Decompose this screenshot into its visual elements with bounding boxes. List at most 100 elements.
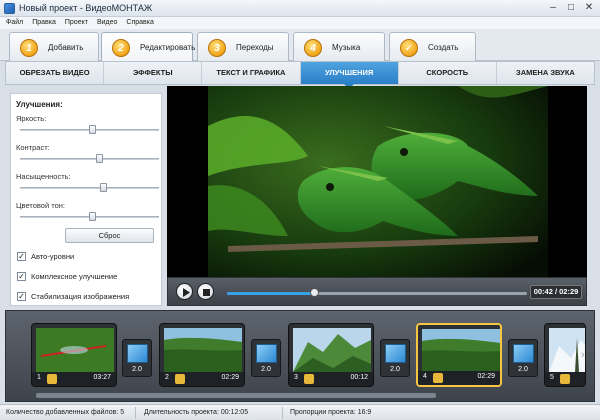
video-frame-image — [208, 86, 548, 277]
pencil-icon[interactable] — [560, 374, 570, 384]
step-number-icon: 3 — [208, 39, 226, 57]
brightness-slider-thumb[interactable] — [88, 125, 96, 134]
chevron-right-icon[interactable]: › — [581, 349, 591, 363]
saturation-slider-thumb[interactable] — [99, 183, 107, 192]
menu-bar: Файл Правка Проект Видео Справка — [0, 17, 600, 29]
project-duration: Длительность проекта: 00:12:05 — [144, 409, 249, 416]
step-label: Добавить — [48, 43, 84, 52]
pencil-icon[interactable] — [47, 374, 57, 384]
menu-help[interactable]: Справка — [126, 17, 153, 29]
status-bar: Количество добавленных файлов: 5 Длитель… — [0, 404, 600, 420]
complex-enhance-option[interactable]: ✓ Комплексное улучшение — [17, 272, 117, 281]
hue-slider-thumb[interactable] — [88, 212, 96, 221]
timeline-scrollbar[interactable] — [36, 393, 436, 398]
edit-subtabs: ОБРЕЗАТЬ ВИДЕО ЭФФЕКТЫ ТЕКСТ И ГРАФИКА У… — [5, 61, 595, 89]
transition-icon — [256, 344, 277, 363]
transition-duration: 2.0 — [132, 366, 142, 373]
step-tab-music[interactable]: 4 Музыка — [293, 32, 385, 61]
step-number-icon: 2 — [112, 39, 130, 57]
step-tab-create[interactable]: ✓ Создать — [389, 32, 476, 61]
timecode: 00:42 / 02:29 — [530, 285, 582, 299]
clip-thumbnail — [164, 328, 242, 372]
app-icon — [4, 3, 15, 14]
auto-levels-option[interactable]: ✓ Авто-уровни — [17, 252, 74, 261]
seek-bar-knob[interactable] — [309, 288, 319, 297]
contrast-slider-thumb[interactable] — [95, 154, 103, 163]
brightness-label: Яркость: — [16, 114, 47, 123]
title-bar: Новый проект - ВидеоМОНТАЖ – □ ✕ — [0, 0, 600, 17]
clip-number: 3 — [294, 374, 298, 381]
panel-title: Улучшения: — [16, 100, 63, 109]
step-number-icon: 4 — [304, 39, 322, 57]
window-controls: – □ ✕ — [546, 1, 596, 15]
clip-duration: 02:29 — [477, 373, 495, 380]
menu-video[interactable]: Видео — [97, 17, 117, 29]
clip-thumbnail — [293, 328, 371, 372]
timeline-clip-3[interactable]: 3 00:12 — [288, 323, 374, 387]
auto-levels-checkbox[interactable]: ✓ — [17, 252, 26, 261]
timeline-clip-5[interactable]: 5 — [544, 323, 586, 387]
clip-duration: 03:27 — [93, 374, 111, 381]
enhancements-panel: Улучшения: Яркость: Контраст: Насыщеннос… — [10, 93, 162, 306]
reset-button[interactable]: Сброс — [65, 228, 154, 243]
stop-icon[interactable] — [197, 283, 214, 300]
complex-enhance-checkbox[interactable]: ✓ — [17, 272, 26, 281]
clip-duration: 02:29 — [221, 374, 239, 381]
step-tab-add[interactable]: 1 Добавить — [9, 32, 99, 61]
clip-thumbnail — [36, 328, 114, 372]
transition-2[interactable]: 2.0 — [251, 339, 281, 377]
timeline-clip-1[interactable]: 1 03:27 — [31, 323, 117, 387]
window-title: Новый проект - ВидеоМОНТАЖ — [19, 3, 153, 13]
timeline-clip-4[interactable]: 4 02:29 — [416, 323, 502, 387]
menu-edit[interactable]: Правка — [32, 17, 56, 29]
divider — [282, 407, 283, 419]
transition-duration: 2.0 — [518, 366, 528, 373]
close-icon[interactable]: ✕ — [582, 1, 596, 15]
transition-duration: 2.0 — [261, 366, 271, 373]
step-tab-transitions[interactable]: 3 Переходы — [197, 32, 289, 61]
tab-enhancements[interactable]: УЛУЧШЕНИЯ — [300, 62, 399, 89]
step-label: Редактировать — [140, 43, 196, 52]
transition-duration: 2.0 — [390, 366, 400, 373]
step-label: Создать — [428, 43, 459, 52]
clip-number: 1 — [37, 374, 41, 381]
tab-text-graphics[interactable]: ТЕКСТ И ГРАФИКА — [202, 62, 301, 84]
stabilization-checkbox[interactable]: ✓ — [17, 292, 26, 301]
tab-replace-sound[interactable]: ЗАМЕНА ЗВУКА — [497, 62, 594, 84]
play-icon[interactable] — [176, 283, 193, 300]
pencil-icon[interactable] — [433, 373, 443, 383]
step-label: Переходы — [236, 43, 274, 52]
clip-number: 4 — [423, 373, 427, 380]
checkmark-icon: ✓ — [400, 39, 418, 57]
clip-number: 5 — [550, 374, 554, 381]
hue-label: Цветовой тон: — [16, 201, 65, 210]
menu-project[interactable]: Проект — [65, 17, 88, 29]
tab-trim-video[interactable]: ОБРЕЗАТЬ ВИДЕО — [6, 62, 105, 84]
saturation-slider[interactable] — [20, 187, 159, 189]
minimize-icon[interactable]: – — [546, 1, 560, 15]
timeline-clip-2[interactable]: 2 02:29 — [159, 323, 245, 387]
transition-icon — [127, 344, 148, 363]
pencil-icon[interactable] — [175, 374, 185, 384]
transition-3[interactable]: 2.0 — [380, 339, 410, 377]
files-count: Количество добавленных файлов: 5 — [6, 409, 125, 416]
step-tab-edit[interactable]: 2 Редактировать — [101, 32, 196, 62]
contrast-label: Контраст: — [16, 143, 50, 152]
seek-bar[interactable] — [227, 292, 527, 295]
pencil-icon[interactable] — [304, 374, 314, 384]
transition-4[interactable]: 2.0 — [508, 339, 538, 377]
tab-speed[interactable]: СКОРОСТЬ — [399, 62, 497, 84]
contrast-slider[interactable] — [20, 158, 159, 160]
checkbox-label: Авто-уровни — [31, 252, 75, 261]
video-preview — [167, 86, 587, 277]
timeline: 1 03:27 2.0 2 02:29 2.0 3 00:12 2.0 4 02… — [5, 310, 595, 402]
step-number-icon: 1 — [20, 39, 38, 57]
stabilization-option[interactable]: ✓ Стабилизация изображения — [17, 292, 129, 301]
divider — [135, 407, 136, 419]
transition-1[interactable]: 2.0 — [122, 339, 152, 377]
tab-effects[interactable]: ЭФФЕКТЫ — [104, 62, 203, 84]
clip-number: 2 — [165, 374, 169, 381]
saturation-label: Насыщенность: — [16, 172, 71, 181]
maximize-icon[interactable]: □ — [564, 1, 578, 15]
menu-file[interactable]: Файл — [6, 17, 23, 29]
